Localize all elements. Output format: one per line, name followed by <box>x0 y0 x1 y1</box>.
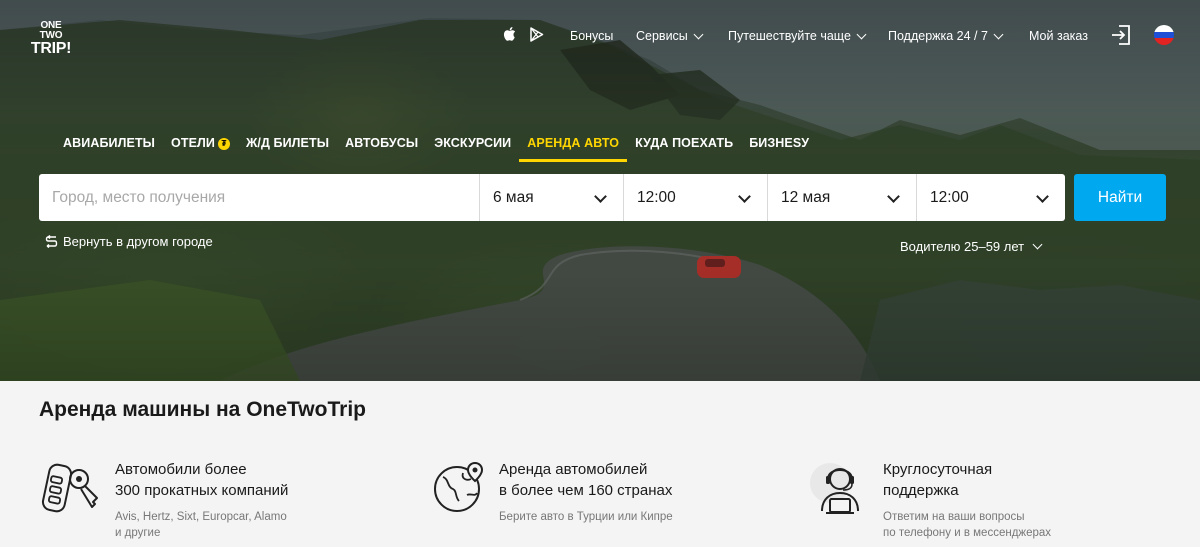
feature-support-sub-line1: Ответим на ваши вопросы <box>883 511 1025 523</box>
pickup-date-value: 6 мая <box>493 188 534 206</box>
nav-support-label: Поддержка 24 / 7 <box>888 29 988 43</box>
swap-arrows-icon <box>45 235 58 248</box>
login-icon[interactable] <box>1110 24 1132 46</box>
globe-location-icon <box>434 461 484 512</box>
nav-bonuses-label: Бонусы <box>570 29 614 43</box>
chevron-down-icon <box>1036 190 1049 203</box>
pickup-location-input[interactable] <box>52 174 479 221</box>
tab-hotels-label: ОТЕЛИ <box>171 136 215 150</box>
return-other-city-label: Вернуть в другом городе <box>63 234 213 249</box>
tab-buses[interactable]: АВТОБУСЫ <box>337 134 426 156</box>
tab-business[interactable]: БИЗНЕSУ <box>741 134 817 156</box>
feature-companies-heading-line2: 300 прокатных компаний <box>115 482 289 499</box>
return-date-value: 12 мая <box>781 188 831 206</box>
tab-where-to-go-label: КУДА ПОЕХАТЬ <box>635 136 734 150</box>
chevron-down-icon <box>993 29 1004 39</box>
tab-car-rental-label: АРЕНДА АВТО <box>527 136 620 150</box>
feature-support-heading: Круглосуточная поддержка <box>883 459 992 501</box>
tab-excursions[interactable]: ЭКСКУРСИИ <box>426 134 519 156</box>
feature-countries-heading: Аренда автомобилей в более чем 160 стран… <box>499 459 672 501</box>
logo-line-1: ONE TWO <box>39 20 63 41</box>
pickup-date-select[interactable]: 6 мая <box>480 174 624 221</box>
russian-flag-icon[interactable] <box>1154 25 1174 45</box>
tab-flights[interactable]: АВИАБИЛЕТЫ <box>55 134 163 156</box>
pickup-location-field[interactable] <box>39 174 480 221</box>
driver-age-label: Водителю 25–59 лет <box>900 239 1025 254</box>
return-other-city-toggle[interactable]: Вернуть в другом городе <box>45 234 213 249</box>
tab-buses-label: АВТОБУСЫ <box>345 136 419 150</box>
apple-icon[interactable] <box>503 26 517 42</box>
feature-countries-heading-line1: Аренда автомобилей <box>499 461 648 478</box>
google-play-icon[interactable] <box>530 27 544 42</box>
nav-travel-more[interactable]: Путешествуйте чаще <box>728 27 867 45</box>
chevron-down-icon <box>594 190 607 203</box>
tab-excursions-label: ЭКСКУРСИИ <box>434 136 512 150</box>
feature-countries-sub-line1: Берите авто в Турции или Кипре <box>499 511 673 523</box>
nav-support[interactable]: Поддержка 24 / 7 <box>888 27 1004 45</box>
section-title: Аренда машины на OneTwoTrip <box>39 398 366 421</box>
feature-companies-heading: Автомобили более 300 прокатных компаний <box>115 459 288 501</box>
logo-line-2: TRIP! <box>30 40 72 57</box>
feature-companies-sub-line2: и другие <box>115 527 161 539</box>
feature-support-heading-line1: Круглосуточная <box>883 461 993 478</box>
car-keys-icon <box>41 463 98 513</box>
nav-services[interactable]: Сервисы <box>636 27 704 45</box>
tab-flights-label: АВИАБИЛЕТЫ <box>63 136 156 150</box>
nav-my-order-label: Мой заказ <box>1029 29 1088 43</box>
tab-hotels[interactable]: ОТЕЛИ ₮ <box>163 134 238 156</box>
feature-companies-sub-line1: Avis, Hertz, Sixt, Europcar, Alamo <box>115 511 287 523</box>
tab-car-rental[interactable]: АРЕНДА АВТО <box>519 134 627 162</box>
return-time-value: 12:00 <box>930 188 969 206</box>
chevron-down-icon <box>738 190 751 203</box>
chevron-down-icon <box>693 29 704 39</box>
feature-countries-subtext: Берите авто в Турции или Кипре <box>499 509 673 525</box>
chevron-down-icon <box>1032 239 1043 250</box>
onetwotrip-logo[interactable]: ONE TWO TRIP! <box>30 16 72 57</box>
feature-companies-subtext: Avis, Hertz, Sixt, Europcar, Alamo и дру… <box>115 509 287 541</box>
nav-services-label: Сервисы <box>636 29 688 43</box>
feature-countries-heading-line2: в более чем 160 странах <box>499 482 673 499</box>
nav-travel-more-label: Путешествуйте чаще <box>728 29 851 43</box>
chevron-down-icon <box>887 190 900 203</box>
feature-support-heading-line2: поддержка <box>883 482 959 499</box>
hotels-badge-icon: ₮ <box>217 138 230 150</box>
car-search-form: 6 мая 12:00 12 мая 12:00 <box>39 174 1065 221</box>
pickup-time-select[interactable]: 12:00 <box>624 174 768 221</box>
driver-age-select[interactable]: Водителю 25–59 лет <box>900 239 1043 254</box>
tab-where-to-go[interactable]: КУДА ПОЕХАТЬ <box>627 134 741 156</box>
tab-business-label: БИЗНЕSУ <box>749 136 810 150</box>
tab-trains-label: Ж/Д БИЛЕТЫ <box>245 136 330 150</box>
nav-my-order[interactable]: Мой заказ <box>1029 27 1088 45</box>
product-tabs: АВИАБИЛЕТЫ ОТЕЛИ ₮ Ж/Д БИЛЕТЫ АВТОБУСЫ ЭК… <box>55 134 817 162</box>
feature-support-sub-line2: по телефону и в мессенджерах <box>883 527 1052 539</box>
return-date-select[interactable]: 12 мая <box>768 174 917 221</box>
support-agent-icon <box>810 463 859 514</box>
tab-trains[interactable]: Ж/Д БИЛЕТЫ <box>238 134 337 156</box>
nav-bonuses[interactable]: Бонусы <box>570 27 613 45</box>
feature-companies-heading-line1: Автомобили более <box>115 461 247 478</box>
chevron-down-icon <box>856 29 867 39</box>
feature-support-subtext: Ответим на ваши вопросы по телефону и в … <box>883 509 1051 541</box>
return-time-select[interactable]: 12:00 <box>917 174 1065 221</box>
find-button[interactable]: Найти <box>1074 174 1166 221</box>
pickup-time-value: 12:00 <box>637 188 676 206</box>
